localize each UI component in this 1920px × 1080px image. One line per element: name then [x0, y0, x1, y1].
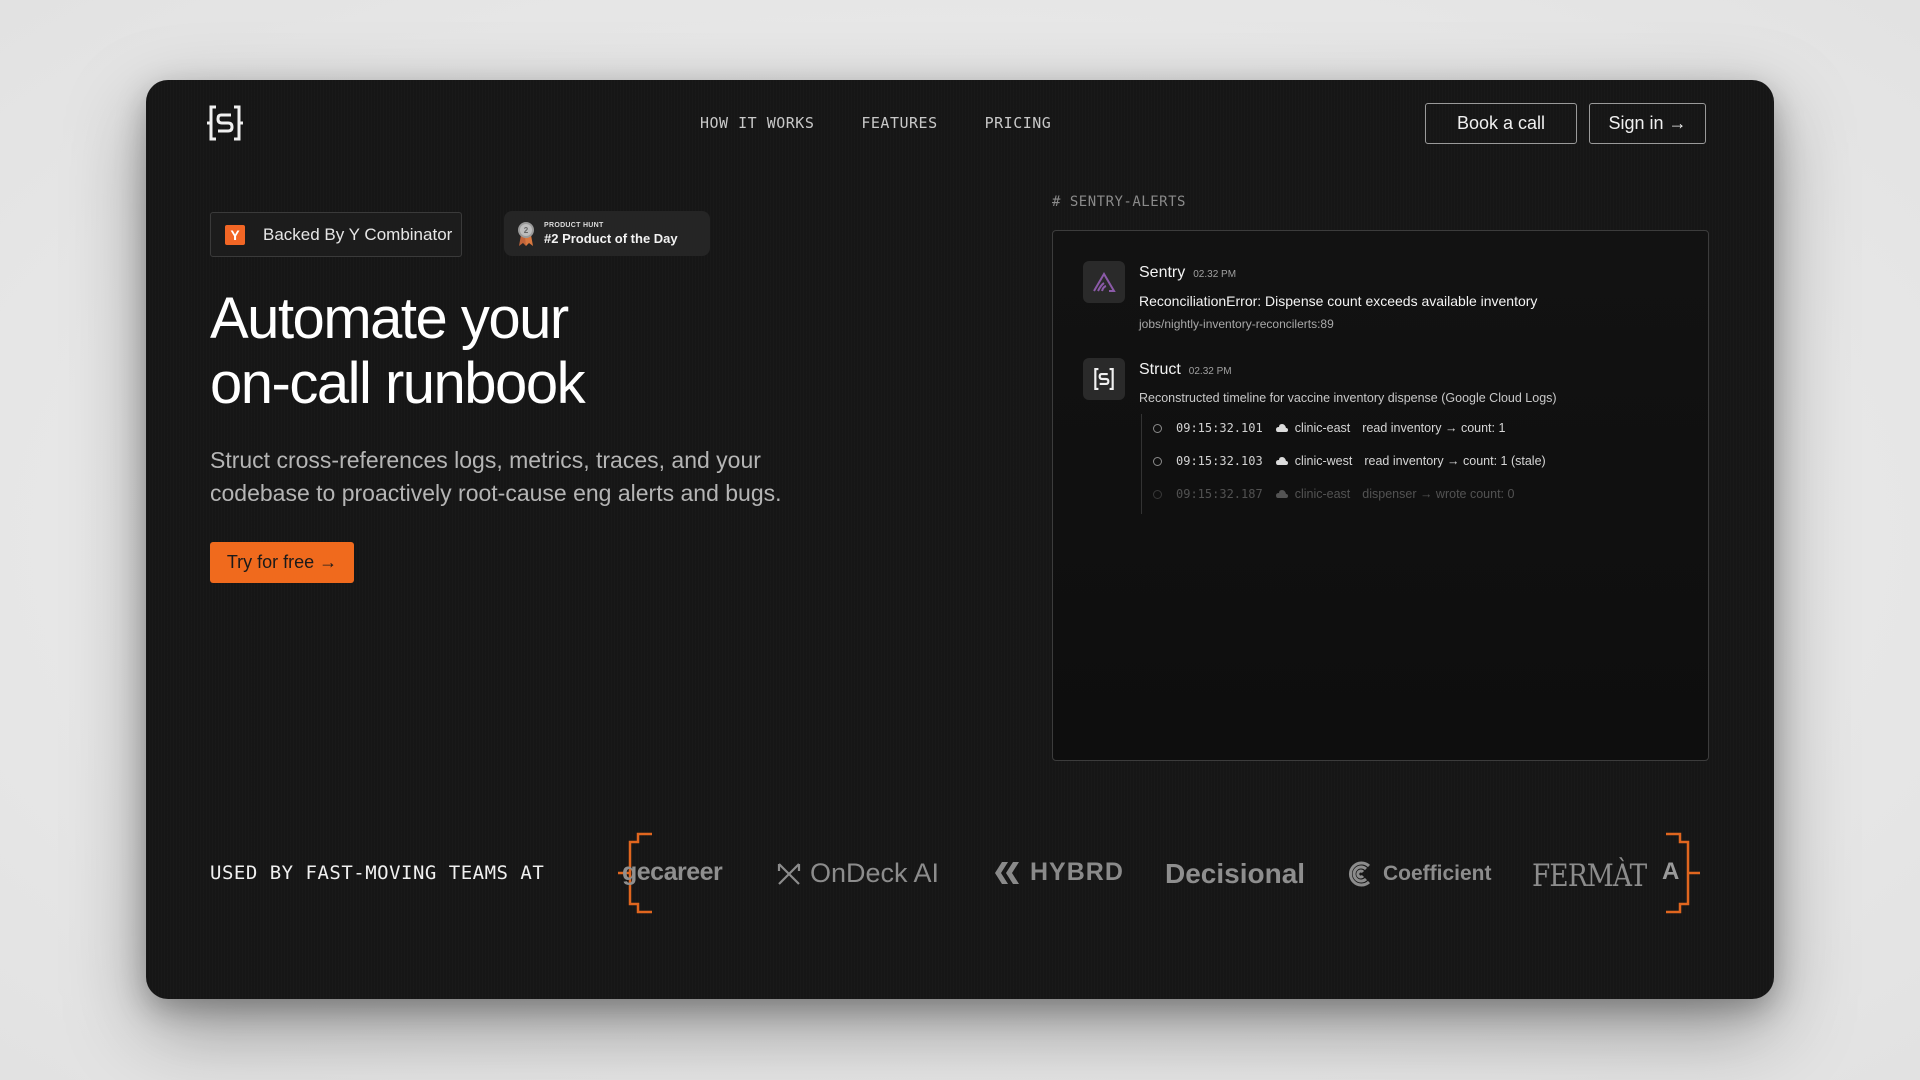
timeline-timestamp: 09:15:32.103 — [1176, 454, 1263, 468]
ph-badge-small-text: PRODUCT HUNT — [544, 221, 604, 229]
timeline-rail — [1141, 414, 1142, 514]
logo-ondeck-text: OnDeck AI — [810, 858, 940, 888]
timeline-host: clinic-east — [1294, 487, 1351, 501]
yc-badge-label: Backed By Y Combinator — [263, 224, 453, 244]
struct-description: Reconstructed timeline for vaccine inven… — [1139, 391, 1557, 405]
timeline-dot — [1153, 456, 1162, 466]
sentry-error-path: jobs/nightly-inventory-reconcilerts:89 — [1139, 317, 1334, 331]
ondeck-x-icon — [777, 862, 801, 885]
hero-subtitle: Struct cross-references logs, metrics, t… — [210, 447, 782, 506]
product-hunt-badge[interactable]: 2 PRODUCT HUNT #2 Product of the Day — [504, 211, 710, 256]
logo-fermat: FERMÀT — [1532, 858, 1647, 894]
struct-sender: Struct — [1139, 361, 1181, 378]
struct-time: 02.32 PM — [1188, 366, 1232, 377]
nav-features[interactable]: FEATURES — [861, 114, 937, 132]
struct-message-header: Struct 02.32 PM — [1139, 361, 1232, 379]
cloud-icon — [1275, 457, 1288, 465]
struct-avatar — [1083, 358, 1125, 400]
hero-title-line2: on-call runbook — [210, 351, 586, 416]
sentry-message-header: Sentry 02.32 PM — [1139, 264, 1236, 282]
ph-badge-title: #2 Product of the Day — [544, 230, 678, 246]
customers-label: USED BY FAST-MOVING TEAMS AT — [210, 862, 545, 884]
yc-badge[interactable]: Y Backed By Y Combinator — [210, 212, 462, 257]
timeline-action: read inventory → count: 1 (stale) — [1364, 454, 1546, 468]
alerts-panel: Sentry 02.32 PM ReconciliationError: Disp… — [1052, 230, 1709, 761]
struct-logo-icon[interactable] — [204, 102, 246, 144]
logo-coefficient: Coefficient — [1345, 858, 1492, 890]
cloud-icon — [1275, 490, 1288, 498]
sentry-error-text: ReconciliationError: Dispense count exce… — [1139, 293, 1538, 309]
timeline-action: dispenser → wrote count: 0 — [1362, 487, 1515, 501]
right-bracket-icon — [1666, 832, 1700, 914]
logo-coefficient-text: Coefficient — [1383, 862, 1492, 885]
sentry-icon — [1093, 272, 1116, 292]
landing-page-frame: HOW IT WORKS FEATURES PRICING Book a cal… — [146, 80, 1774, 999]
logo-hybrd: HYBRD — [992, 858, 1124, 887]
hero-title: Automate your on-call runbook — [210, 286, 770, 416]
timeline-action: read inventory → count: 1 — [1362, 421, 1506, 435]
yc-logo-icon: Y — [225, 224, 245, 245]
struct-icon — [1094, 368, 1114, 390]
coefficient-mark-icon — [1349, 861, 1371, 887]
hybrd-mark-icon — [995, 861, 1019, 884]
svg-text:2: 2 — [524, 226, 529, 235]
sentry-avatar — [1083, 261, 1125, 303]
timeline-host: clinic-east — [1294, 421, 1351, 435]
sentry-time: 02.32 PM — [1193, 269, 1237, 280]
logo-decisional: Decisional — [1165, 858, 1306, 889]
nav-pricing[interactable]: PRICING — [985, 114, 1052, 132]
timeline-timestamp: 09:15:32.187 — [1176, 487, 1263, 501]
logo-hybrd-text: HYBRD — [1030, 858, 1124, 886]
try-free-button[interactable]: Try for free → — [210, 542, 354, 583]
medal-icon: 2 — [518, 221, 534, 246]
sentry-sender: Sentry — [1139, 264, 1186, 281]
hero-title-line1: Automate your — [210, 286, 569, 351]
timeline-row: 09:15:32.103 clinic-west read inventory … — [1153, 454, 1546, 468]
channel-label: # SENTRY-ALERTS — [1052, 194, 1186, 210]
book-call-button[interactable]: Book a call — [1425, 103, 1577, 144]
timeline-timestamp: 09:15:32.101 — [1176, 421, 1263, 435]
cloud-icon — [1275, 424, 1288, 432]
timeline-row: 09:15:32.187 clinic-east dispenser → wro… — [1153, 487, 1514, 501]
timeline-dot — [1153, 489, 1162, 499]
timeline-host: clinic-west — [1294, 454, 1353, 468]
nav-how-it-works[interactable]: HOW IT WORKS — [700, 114, 814, 132]
sign-in-button[interactable]: Sign in → — [1589, 103, 1706, 144]
logo-gecareer: gecareer — [622, 858, 723, 886]
timeline-dot — [1153, 423, 1162, 433]
logo-ondeck: OnDeck AI — [776, 858, 939, 889]
timeline-row: 09:15:32.101 clinic-east read inventory … — [1153, 421, 1505, 435]
main-nav: HOW IT WORKS FEATURES PRICING — [700, 114, 1051, 132]
